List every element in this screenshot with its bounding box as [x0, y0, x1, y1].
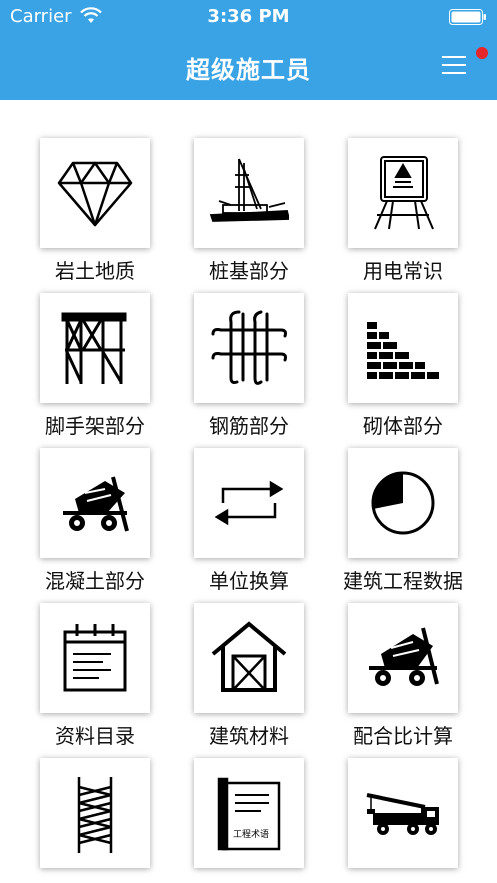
tile-label: 砌体部分 — [363, 414, 443, 438]
tile-card — [348, 758, 458, 868]
tile-card — [194, 448, 304, 558]
house-frame-icon — [211, 621, 287, 692]
tile-label: 资料目录 — [55, 724, 135, 748]
diamond-icon — [57, 161, 133, 227]
tile-label: 配合比计算 — [353, 724, 453, 748]
tile-tower-crane[interactable] — [20, 758, 170, 883]
book-title: 工程术语 — [233, 828, 269, 840]
tile-card — [194, 603, 304, 713]
rebar-icon — [211, 310, 287, 385]
tile-pile-foundation[interactable]: 桩基部分 — [174, 138, 324, 288]
page-title: 超级施工员 — [186, 56, 311, 84]
feature-grid: 岩土地质 桩基部分 用电常识 脚手架部分 钢筋部分 砌体部分 混凝土部分 单位换… — [0, 100, 497, 883]
tower-crane-mast-icon — [77, 777, 113, 853]
pile-driver-icon — [209, 158, 289, 222]
electrical-panel-icon — [374, 156, 434, 230]
tile-label: 用电常识 — [363, 259, 443, 283]
tile-label: 建筑材料 — [209, 724, 289, 748]
tile-rebar[interactable]: 钢筋部分 — [174, 293, 324, 443]
tile-card — [40, 603, 150, 713]
tile-building-materials[interactable]: 建筑材料 — [174, 603, 324, 753]
tile-card — [348, 293, 458, 403]
battery-icon — [449, 9, 486, 25]
scaffold-icon — [61, 312, 127, 384]
status-time: 3:36 PM — [207, 6, 290, 27]
tile-label: 钢筋部分 — [209, 414, 289, 438]
tile-card — [348, 603, 458, 713]
calendar-notes-icon — [63, 624, 127, 692]
tile-electricity[interactable]: 用电常识 — [328, 138, 478, 288]
tile-crane-truck[interactable] — [328, 758, 478, 883]
tile-label: 脚手架部分 — [45, 414, 145, 438]
app-header: Carrier 3:36 PM 超级施工员 — [0, 0, 497, 100]
tile-label: 建筑工程数据 — [343, 569, 463, 593]
tile-label: 桩基部分 — [209, 259, 289, 283]
tile-building-data[interactable]: 建筑工程数据 — [328, 448, 478, 598]
tile-card — [194, 293, 304, 403]
crane-truck-icon — [366, 793, 439, 835]
tile-card — [40, 448, 150, 558]
tile-concrete[interactable]: 混凝土部分 — [20, 448, 170, 598]
tile-scaffold[interactable]: 脚手架部分 — [20, 293, 170, 443]
tile-card — [40, 758, 150, 868]
tile-label: 单位换算 — [209, 569, 289, 593]
tile-label: 混凝土部分 — [45, 569, 145, 593]
mixer-truck-icon — [369, 627, 439, 686]
tile-geology[interactable]: 岩土地质 — [20, 138, 170, 288]
notification-badge — [476, 47, 488, 59]
tile-card: 工程术语 — [194, 758, 304, 868]
brick-wall-icon — [367, 322, 439, 379]
pie-chart-icon — [371, 471, 435, 535]
tile-document-catalog[interactable]: 资料目录 — [20, 603, 170, 753]
menu-button[interactable] — [438, 50, 472, 80]
tile-mix-ratio[interactable]: 配合比计算 — [328, 603, 478, 753]
tile-card — [348, 448, 458, 558]
tile-glossary[interactable]: 工程术语 — [174, 758, 324, 883]
tile-card — [40, 293, 150, 403]
status-bar: Carrier 3:36 PM — [0, 0, 497, 34]
glossary-book-icon: 工程术语 — [217, 777, 281, 851]
tile-label: 岩土地质 — [55, 259, 135, 283]
convert-arrows-icon — [214, 480, 284, 526]
tile-card — [40, 138, 150, 248]
tile-masonry[interactable]: 砌体部分 — [328, 293, 478, 443]
tile-card — [194, 138, 304, 248]
tile-unit-conversion[interactable]: 单位换算 — [174, 448, 324, 598]
concrete-mixer-icon — [63, 476, 129, 532]
tile-card — [348, 138, 458, 248]
